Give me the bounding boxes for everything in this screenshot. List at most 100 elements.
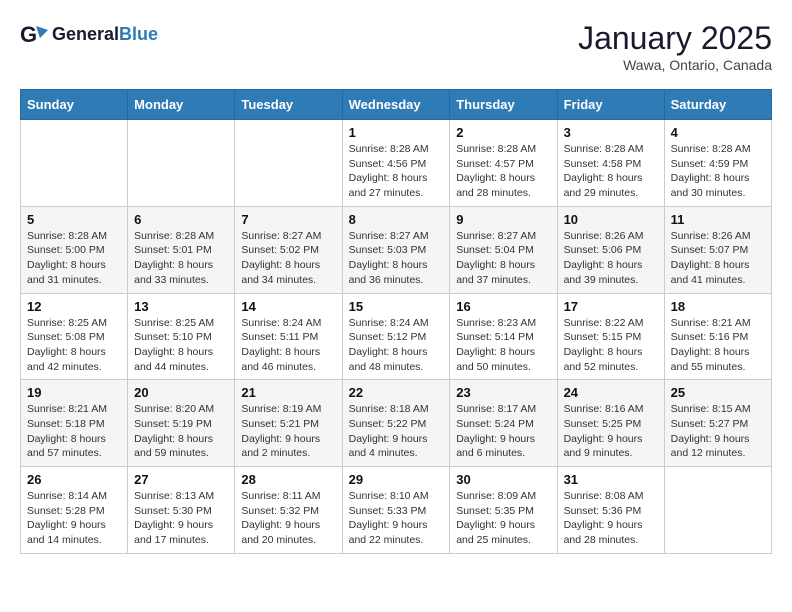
day-info: Sunrise: 8:23 AM Sunset: 5:14 PM Dayligh… (456, 316, 550, 375)
logo: G GeneralBlue (20, 20, 158, 48)
day-info: Sunrise: 8:27 AM Sunset: 5:04 PM Dayligh… (456, 229, 550, 288)
calendar: SundayMondayTuesdayWednesdayThursdayFrid… (20, 89, 772, 554)
calendar-cell: 7Sunrise: 8:27 AM Sunset: 5:02 PM Daylig… (235, 206, 342, 293)
day-number: 23 (456, 385, 550, 400)
location: Wawa, Ontario, Canada (578, 57, 772, 73)
day-info: Sunrise: 8:16 AM Sunset: 5:25 PM Dayligh… (564, 402, 658, 461)
day-number: 7 (241, 212, 335, 227)
day-info: Sunrise: 8:18 AM Sunset: 5:22 PM Dayligh… (349, 402, 444, 461)
calendar-cell: 19 Sunrise: 8:21 AM Sunset: 5:18 PM Dayli… (21, 380, 128, 467)
day-info: Sunrise: 8:09 AM Sunset: 5:35 PM Dayligh… (456, 489, 550, 548)
weekday-header-wednesday: Wednesday (342, 90, 450, 120)
logo-text: GeneralBlue (52, 24, 158, 45)
calendar-cell: 12Sunrise: 8:25 AM Sunset: 5:08 PM Dayli… (21, 293, 128, 380)
day-number: 9 (456, 212, 550, 227)
calendar-cell (664, 467, 771, 554)
day-number: 8 (349, 212, 444, 227)
calendar-header: SundayMondayTuesdayWednesdayThursdayFrid… (21, 90, 772, 120)
month-title: January 2025 (578, 20, 772, 57)
weekday-header-sunday: Sunday (21, 90, 128, 120)
weekday-header-tuesday: Tuesday (235, 90, 342, 120)
day-number: 28 (241, 472, 335, 487)
calendar-cell: 28 Sunrise: 8:11 AM Sunset: 5:32 PM Dayli… (235, 467, 342, 554)
day-info: Sunrise: 8:17 AM Sunset: 5:24 PM Dayligh… (456, 402, 550, 461)
day-number: 5 (27, 212, 121, 227)
day-number: 12 (27, 299, 121, 314)
calendar-cell: 1Sunrise: 8:28 AM Sunset: 4:56 PM Daylig… (342, 120, 450, 207)
calendar-cell: 6 Sunrise: 8:28 AM Sunset: 5:01 PM Daylig… (128, 206, 235, 293)
day-number: 3 (564, 125, 658, 140)
week-row: 1Sunrise: 8:28 AM Sunset: 4:56 PM Daylig… (21, 120, 772, 207)
calendar-cell: 17Sunrise: 8:22 AM Sunset: 5:15 PM Dayli… (557, 293, 664, 380)
day-info: Sunrise: 8:11 AM Sunset: 5:32 PM Dayligh… (241, 489, 335, 548)
day-number: 11 (671, 212, 765, 227)
weekday-header-thursday: Thursday (450, 90, 557, 120)
calendar-cell: 29Sunrise: 8:10 AM Sunset: 5:33 PM Dayli… (342, 467, 450, 554)
day-info: Sunrise: 8:19 AM Sunset: 5:21 PM Dayligh… (241, 402, 335, 461)
day-info: Sunrise: 8:21 AM Sunset: 5:16 PM Dayligh… (671, 316, 765, 375)
calendar-cell: 10Sunrise: 8:26 AM Sunset: 5:06 PM Dayli… (557, 206, 664, 293)
calendar-cell (128, 120, 235, 207)
calendar-cell: 11 Sunrise: 8:26 AM Sunset: 5:07 PM Dayli… (664, 206, 771, 293)
day-number: 16 (456, 299, 550, 314)
calendar-cell: 23 Sunrise: 8:17 AM Sunset: 5:24 PM Dayli… (450, 380, 557, 467)
day-info: Sunrise: 8:22 AM Sunset: 5:15 PM Dayligh… (564, 316, 658, 375)
calendar-body: 1Sunrise: 8:28 AM Sunset: 4:56 PM Daylig… (21, 120, 772, 554)
logo-blue: Blue (119, 24, 158, 44)
calendar-cell (235, 120, 342, 207)
calendar-cell: 30 Sunrise: 8:09 AM Sunset: 5:35 PM Dayli… (450, 467, 557, 554)
calendar-cell: 13Sunrise: 8:25 AM Sunset: 5:10 PM Dayli… (128, 293, 235, 380)
day-info: Sunrise: 8:24 AM Sunset: 5:12 PM Dayligh… (349, 316, 444, 375)
week-row: 12Sunrise: 8:25 AM Sunset: 5:08 PM Dayli… (21, 293, 772, 380)
day-number: 25 (671, 385, 765, 400)
calendar-cell: 26 Sunrise: 8:14 AM Sunset: 5:28 PM Dayli… (21, 467, 128, 554)
day-number: 31 (564, 472, 658, 487)
calendar-cell: 25 Sunrise: 8:15 AM Sunset: 5:27 PM Dayli… (664, 380, 771, 467)
day-info: Sunrise: 8:26 AM Sunset: 5:06 PM Dayligh… (564, 229, 658, 288)
day-number: 29 (349, 472, 444, 487)
day-number: 13 (134, 299, 228, 314)
day-info: Sunrise: 8:27 AM Sunset: 5:03 PM Dayligh… (349, 229, 444, 288)
day-number: 19 (27, 385, 121, 400)
weekday-header-friday: Friday (557, 90, 664, 120)
day-info: Sunrise: 8:28 AM Sunset: 5:01 PM Dayligh… (134, 229, 228, 288)
day-number: 18 (671, 299, 765, 314)
day-number: 15 (349, 299, 444, 314)
logo-icon: G (20, 20, 48, 48)
calendar-cell: 3Sunrise: 8:28 AM Sunset: 4:58 PM Daylig… (557, 120, 664, 207)
svg-text:G: G (20, 22, 37, 47)
calendar-cell: 16 Sunrise: 8:23 AM Sunset: 5:14 PM Dayli… (450, 293, 557, 380)
calendar-cell: 22 Sunrise: 8:18 AM Sunset: 5:22 PM Dayli… (342, 380, 450, 467)
day-number: 30 (456, 472, 550, 487)
calendar-cell: 31 Sunrise: 8:08 AM Sunset: 5:36 PM Dayli… (557, 467, 664, 554)
page-header: G GeneralBlue January 2025 Wawa, Ontario… (20, 20, 772, 73)
day-info: Sunrise: 8:28 AM Sunset: 4:57 PM Dayligh… (456, 142, 550, 201)
calendar-cell: 27Sunrise: 8:13 AM Sunset: 5:30 PM Dayli… (128, 467, 235, 554)
calendar-cell: 8 Sunrise: 8:27 AM Sunset: 5:03 PM Daylig… (342, 206, 450, 293)
day-number: 4 (671, 125, 765, 140)
calendar-cell: 24Sunrise: 8:16 AM Sunset: 5:25 PM Dayli… (557, 380, 664, 467)
calendar-cell: 5Sunrise: 8:28 AM Sunset: 5:00 PM Daylig… (21, 206, 128, 293)
calendar-cell: 15 Sunrise: 8:24 AM Sunset: 5:12 PM Dayli… (342, 293, 450, 380)
day-info: Sunrise: 8:08 AM Sunset: 5:36 PM Dayligh… (564, 489, 658, 548)
day-number: 1 (349, 125, 444, 140)
calendar-cell: 21Sunrise: 8:19 AM Sunset: 5:21 PM Dayli… (235, 380, 342, 467)
weekday-row: SundayMondayTuesdayWednesdayThursdayFrid… (21, 90, 772, 120)
calendar-cell: 20Sunrise: 8:20 AM Sunset: 5:19 PM Dayli… (128, 380, 235, 467)
calendar-cell: 18 Sunrise: 8:21 AM Sunset: 5:16 PM Dayli… (664, 293, 771, 380)
week-row: 19 Sunrise: 8:21 AM Sunset: 5:18 PM Dayli… (21, 380, 772, 467)
logo-general: General (52, 24, 119, 44)
weekday-header-saturday: Saturday (664, 90, 771, 120)
day-info: Sunrise: 8:21 AM Sunset: 5:18 PM Dayligh… (27, 402, 121, 461)
day-info: Sunrise: 8:26 AM Sunset: 5:07 PM Dayligh… (671, 229, 765, 288)
weekday-header-monday: Monday (128, 90, 235, 120)
day-number: 26 (27, 472, 121, 487)
day-number: 6 (134, 212, 228, 227)
day-number: 22 (349, 385, 444, 400)
week-row: 26 Sunrise: 8:14 AM Sunset: 5:28 PM Dayli… (21, 467, 772, 554)
title-block: January 2025 Wawa, Ontario, Canada (578, 20, 772, 73)
day-info: Sunrise: 8:15 AM Sunset: 5:27 PM Dayligh… (671, 402, 765, 461)
day-info: Sunrise: 8:14 AM Sunset: 5:28 PM Dayligh… (27, 489, 121, 548)
week-row: 5Sunrise: 8:28 AM Sunset: 5:00 PM Daylig… (21, 206, 772, 293)
day-number: 27 (134, 472, 228, 487)
